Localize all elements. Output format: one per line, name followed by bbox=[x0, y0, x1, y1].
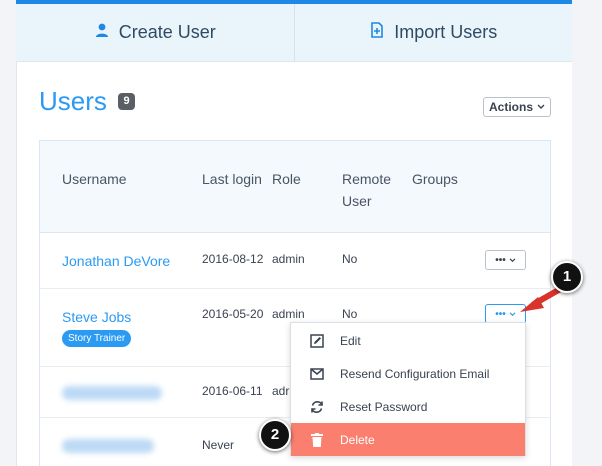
trash-icon bbox=[309, 432, 325, 448]
user-icon bbox=[94, 22, 110, 43]
story-trainer-tag: Story Trainer bbox=[62, 330, 132, 347]
more-dots-icon: ••• bbox=[495, 308, 506, 320]
more-dots-icon: ••• bbox=[495, 254, 506, 266]
tab-import-users[interactable]: Import Users bbox=[293, 4, 573, 61]
chevron-down-icon bbox=[509, 311, 516, 316]
remote-user-value: No bbox=[342, 307, 358, 321]
refresh-icon bbox=[309, 399, 325, 415]
import-file-icon bbox=[369, 22, 385, 43]
row-actions-dropdown: Edit Resend Configuration Email Reset Pa… bbox=[290, 322, 526, 456]
table-row: Jonathan DeVore 2016-08-12 admin No ••• bbox=[40, 234, 550, 289]
last-login-value: 2016-05-20 bbox=[202, 307, 264, 321]
actions-dropdown-button[interactable]: Actions bbox=[483, 97, 551, 117]
header-username: Username bbox=[62, 171, 127, 187]
header-role: Role bbox=[272, 171, 301, 187]
remote-user-value: No bbox=[342, 252, 358, 266]
chevron-down-icon bbox=[509, 257, 516, 262]
tab-import-users-label: Import Users bbox=[394, 22, 498, 42]
username-link[interactable]: Steve Jobs bbox=[62, 309, 131, 325]
menu-item-reset-password[interactable]: Reset Password bbox=[291, 390, 525, 423]
user-tabs: Create User Import Users bbox=[16, 4, 572, 62]
header-last-login: Last login bbox=[202, 171, 262, 187]
callout-badge-2: 2 bbox=[259, 419, 291, 451]
role-value: adr bbox=[272, 384, 290, 398]
actions-label: Actions bbox=[488, 100, 533, 114]
tab-create-user-label: Create User bbox=[118, 22, 216, 42]
menu-item-delete[interactable]: Delete bbox=[291, 423, 525, 456]
edit-icon bbox=[309, 333, 325, 349]
menu-item-label: Edit bbox=[340, 333, 361, 348]
menu-item-label: Resend Configuration Email bbox=[340, 366, 490, 381]
page-title: Users bbox=[39, 86, 107, 116]
menu-item-label: Reset Password bbox=[340, 399, 428, 414]
menu-item-label: Delete bbox=[340, 432, 375, 447]
row-menu-button[interactable]: ••• bbox=[485, 250, 526, 270]
role-value: admin bbox=[272, 252, 305, 266]
envelope-icon bbox=[309, 366, 325, 382]
blurred-username bbox=[62, 386, 162, 400]
blurred-username bbox=[62, 439, 154, 453]
callout-badge-1: 1 bbox=[551, 261, 583, 293]
last-login-value: 2016-06-11 bbox=[202, 384, 263, 398]
menu-item-edit[interactable]: Edit bbox=[291, 324, 525, 357]
header-remote-user: Remote User bbox=[342, 171, 392, 209]
chevron-down-icon bbox=[537, 104, 545, 109]
role-value: admin bbox=[272, 307, 305, 321]
username-link[interactable]: Jonathan DeVore bbox=[62, 253, 170, 269]
header-groups: Groups bbox=[412, 171, 458, 187]
table-header: Username Last login Role Remote User Gro… bbox=[40, 141, 550, 233]
tab-create-user[interactable]: Create User bbox=[16, 4, 294, 61]
last-login-value: 2016-08-12 bbox=[202, 252, 264, 266]
last-login-value: Never bbox=[202, 438, 235, 452]
user-count-badge: 9 bbox=[118, 93, 135, 110]
menu-item-resend-email[interactable]: Resend Configuration Email bbox=[291, 357, 525, 390]
